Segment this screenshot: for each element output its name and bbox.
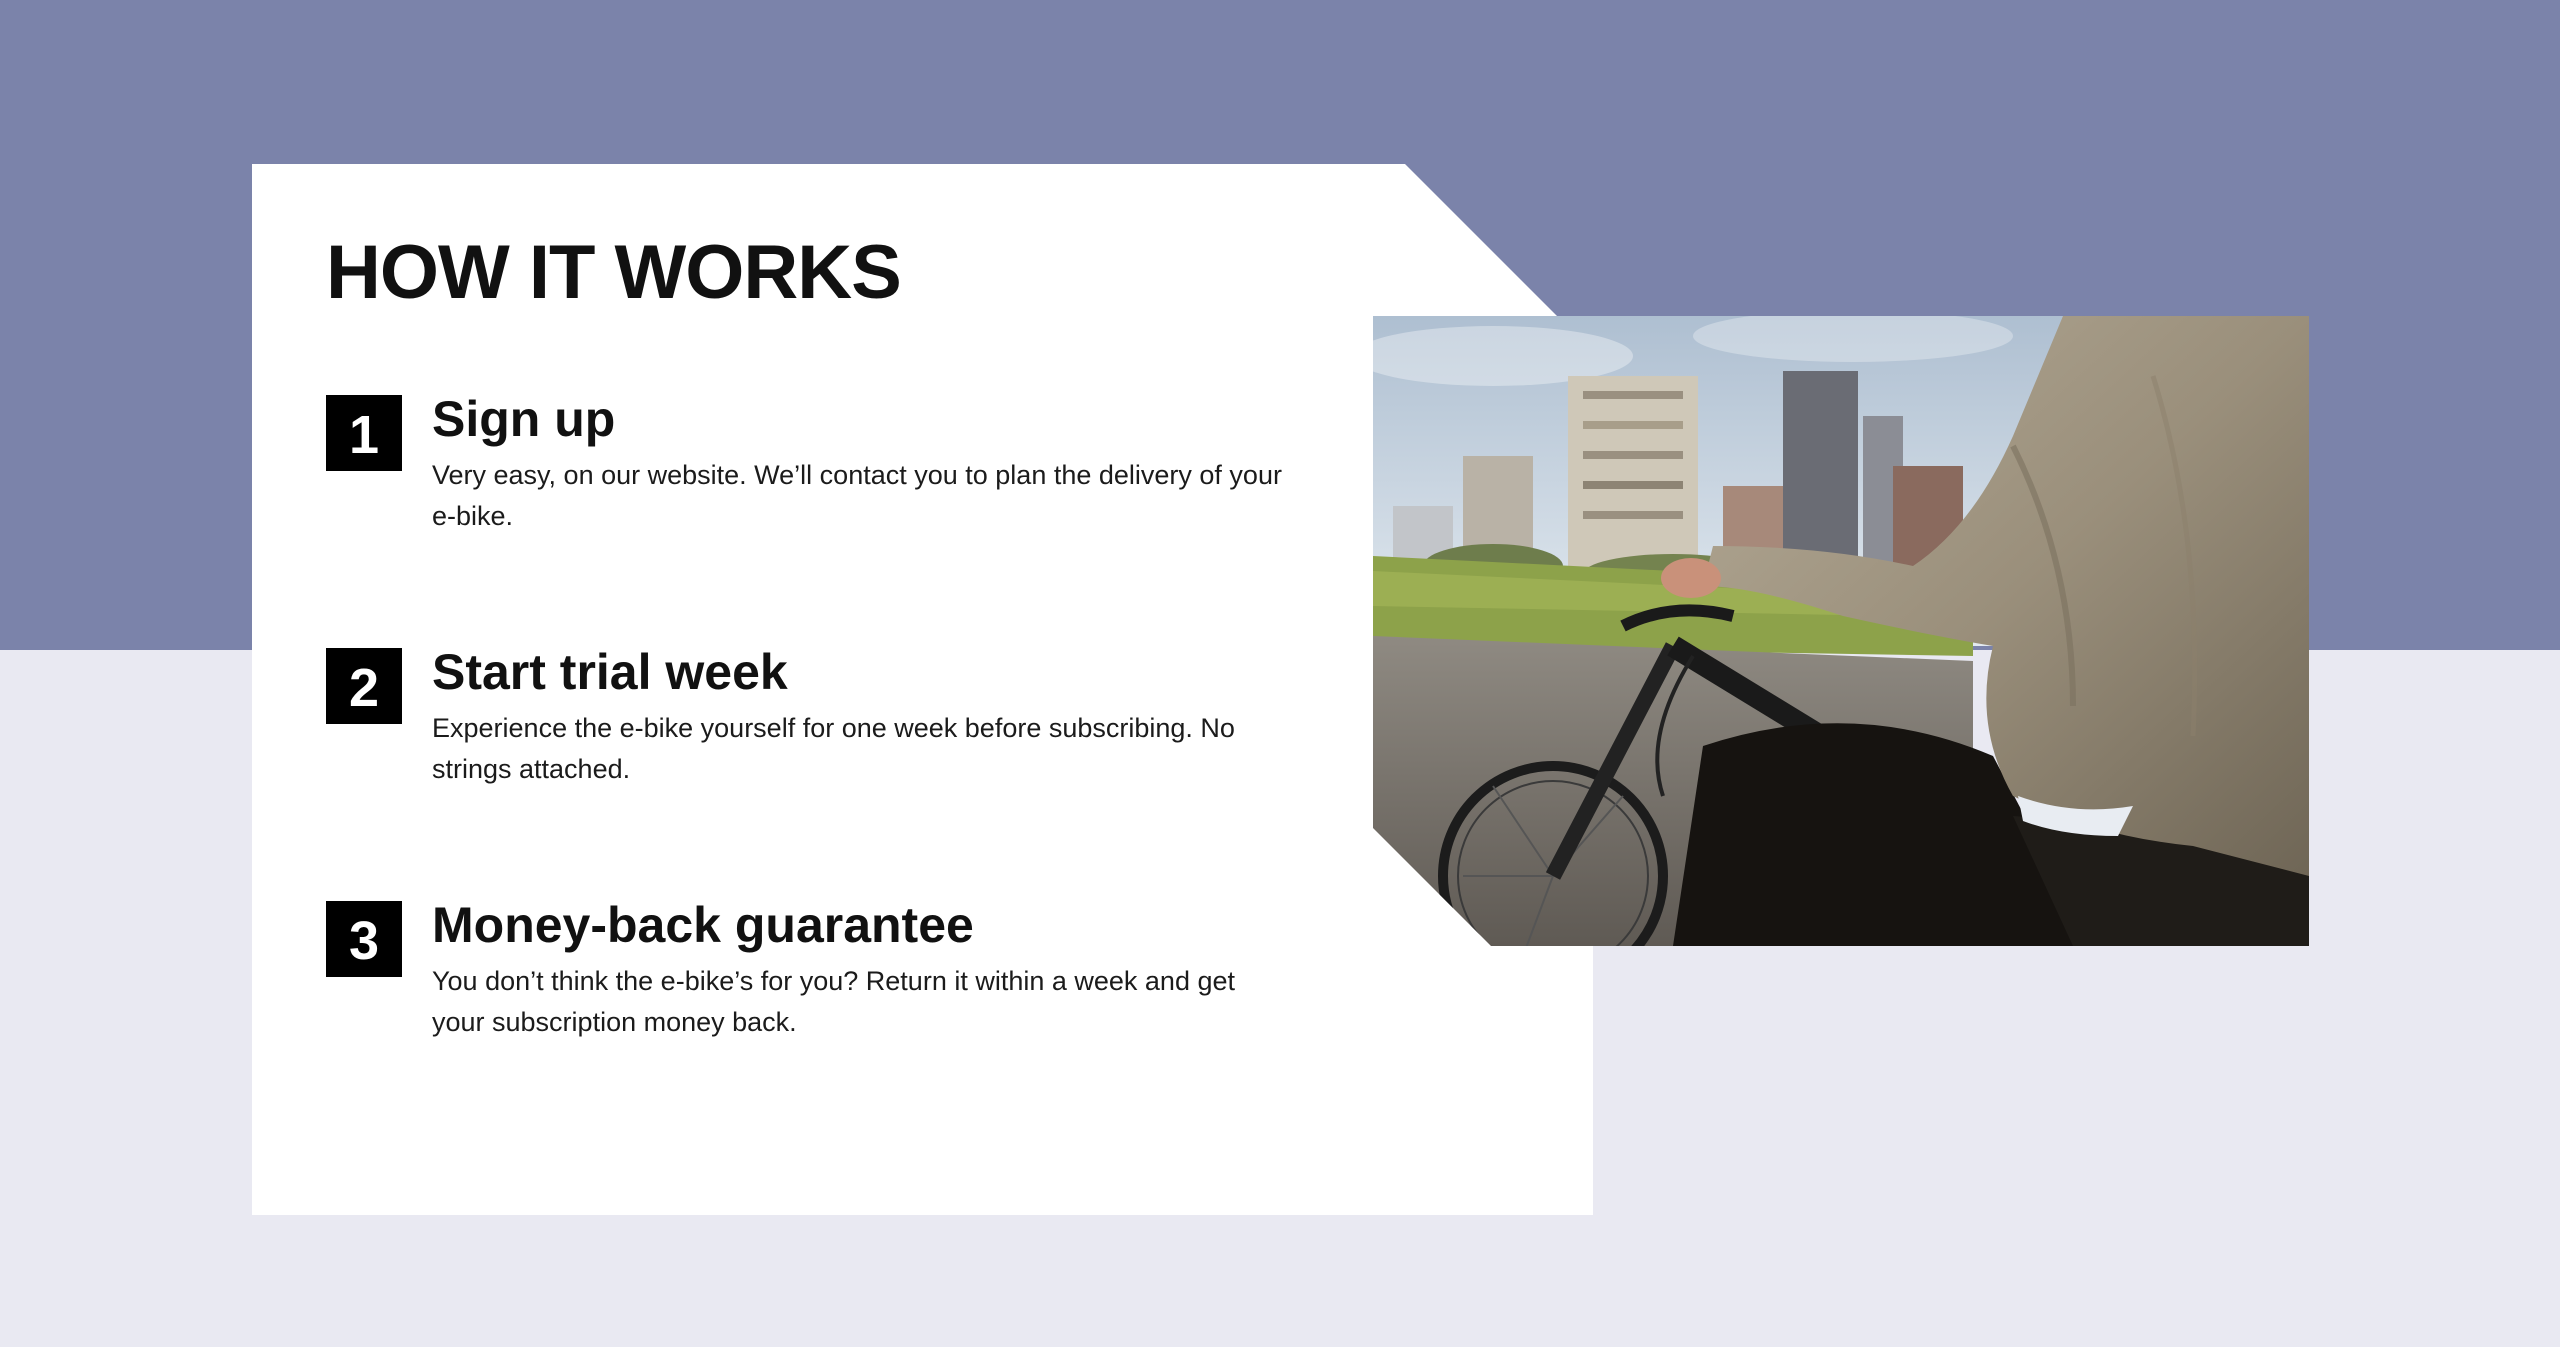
section-title: HOW IT WORKS bbox=[326, 230, 902, 315]
step-title: Sign up bbox=[432, 391, 616, 447]
step-number-badge: 2 bbox=[326, 648, 402, 724]
step-number-badge: 3 bbox=[326, 901, 402, 977]
step-description: Very easy, on our website. We’ll contact… bbox=[432, 460, 1282, 531]
step-title: Money-back guarantee bbox=[432, 897, 974, 953]
step-description: Experience the e-bike yourself for one w… bbox=[432, 713, 1235, 784]
step-number-badge: 1 bbox=[326, 395, 402, 471]
ebike-rider-photo bbox=[1373, 316, 2309, 946]
step-description: You don’t think the e-bike’s for you? Re… bbox=[432, 966, 1235, 1037]
step-title: Start trial week bbox=[432, 644, 788, 700]
